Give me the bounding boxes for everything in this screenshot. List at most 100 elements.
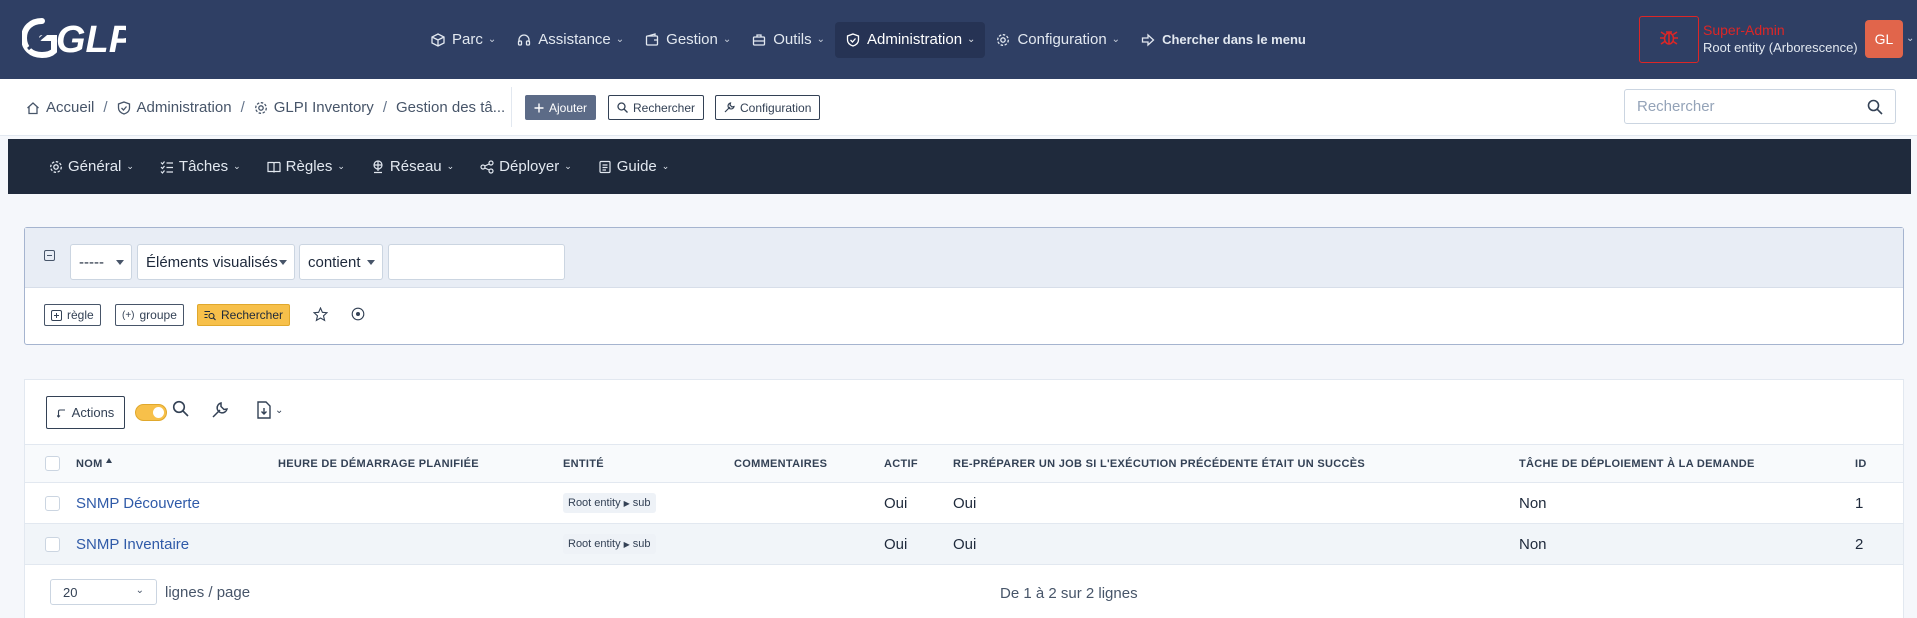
entity-sub: sub (632, 497, 651, 509)
bug-icon (1658, 26, 1680, 53)
subnav-regles[interactable]: Règles ⌄ (267, 158, 345, 175)
search-button[interactable]: Rechercher (608, 95, 705, 120)
breadcrumb-home-label: Accueil (46, 99, 95, 116)
chevron-down-icon: ⌄ (722, 34, 732, 45)
nav-gestion[interactable]: Gestion ⌄ (634, 22, 741, 58)
id-cell: 2 (1855, 523, 1903, 565)
entity-cell: Root entity ▶ sub (563, 482, 734, 524)
nav-gestion-label: Gestion (666, 31, 718, 48)
add-group-label: groupe (139, 308, 177, 322)
chevron-down-icon[interactable]: ⌄ (1906, 33, 1914, 44)
book-icon (267, 160, 281, 174)
toolbar-divider (511, 87, 512, 127)
chevron-down-icon: ⌄ (337, 161, 345, 171)
results-card: Actions ⌄ NOM HEURE DE DÉMARRAGE PLANIFI… (24, 379, 1904, 618)
start-cell (278, 523, 563, 565)
subnav-deployer[interactable]: Déployer ⌄ (480, 158, 572, 175)
nav-outils[interactable]: Outils ⌄ (741, 22, 835, 58)
subnav-regles-label: Règles (285, 158, 333, 175)
breadcrumb-current[interactable]: Gestion des tâ... (396, 99, 505, 116)
col-comments[interactable]: COMMENTAIRES (734, 444, 884, 483)
search-toggle-switch[interactable] (135, 404, 167, 421)
item-type-select[interactable]: Éléments visualisés (137, 244, 295, 280)
col-active[interactable]: ACTIF (884, 444, 953, 483)
nav-assistance[interactable]: Assistance ⌄ (506, 22, 634, 58)
nav-assistance-label: Assistance (538, 31, 611, 48)
col-on-demand[interactable]: TÂCHE DE DÉPLOIEMENT À LA DEMANDE (1519, 444, 1855, 483)
col-start-time[interactable]: HEURE DE DÉMARRAGE PLANIFIÉE (278, 444, 563, 483)
breadcrumb-administration[interactable]: Administration (117, 99, 232, 116)
subnav-general[interactable]: Général ⌄ (49, 158, 134, 175)
massive-actions-button[interactable]: Actions (46, 396, 125, 429)
comments-cell (734, 523, 884, 565)
start-cell (278, 482, 563, 524)
nav-parc[interactable]: Parc ⌄ (420, 22, 506, 58)
search-icon[interactable] (1867, 99, 1883, 120)
select-all-checkbox[interactable] (45, 456, 60, 471)
add-group-button[interactable]: (+) groupe (115, 304, 184, 326)
reprepare-cell: Oui (953, 482, 1519, 524)
global-search[interactable] (1624, 89, 1896, 124)
configuration-button[interactable]: Configuration (715, 95, 821, 120)
caret-down-icon (116, 260, 124, 265)
field-select[interactable]: ----- (70, 244, 132, 280)
table-row: SNMP Inventaire Root entity ▶ sub Oui Oui … (25, 523, 1903, 565)
export-icon[interactable]: ⌄ (256, 401, 283, 419)
star-icon[interactable] (313, 307, 328, 322)
row-checkbox[interactable] (45, 496, 60, 512)
subnav-guide-label: Guide (616, 158, 657, 175)
search-criteria-card: ----- Éléments visualisés contient règle… (24, 227, 1904, 345)
row-checkbox[interactable] (45, 537, 60, 553)
global-search-input[interactable] (1637, 98, 1857, 115)
nav-configuration[interactable]: Configuration ⌄ (985, 22, 1130, 58)
subnav-taches[interactable]: Tâches ⌄ (160, 158, 241, 175)
caret-down-icon (367, 260, 375, 265)
col-id[interactable]: ID (1855, 444, 1903, 483)
wallet-icon (644, 32, 660, 48)
task-name-link[interactable]: SNMP Inventaire (76, 536, 189, 553)
col-entity[interactable]: ENTITÉ (563, 444, 734, 483)
add-button[interactable]: Ajouter (525, 95, 597, 120)
col-name[interactable]: NOM (76, 444, 278, 483)
breadcrumb-home[interactable]: Accueil (26, 99, 94, 116)
wrench-icon[interactable] (211, 401, 229, 419)
user-info[interactable]: Super-Admin Root entity (Arborescence) (1703, 22, 1858, 55)
run-search-button[interactable]: Rechercher (197, 304, 291, 326)
results-count: De 1 à 2 sur 2 lignes (1000, 585, 1138, 602)
nav-outils-label: Outils (773, 31, 812, 48)
network-icon (371, 159, 385, 174)
operator-select[interactable]: contient (299, 244, 383, 280)
caret-down-icon (279, 260, 287, 265)
entity-root: Root entity (568, 538, 621, 550)
subnav-reseau[interactable]: Réseau ⌄ (371, 158, 454, 175)
task-name-link[interactable]: SNMP Découverte (76, 495, 200, 512)
debug-mode-button[interactable] (1639, 16, 1699, 63)
arrow-right-icon (1140, 32, 1156, 48)
avatar[interactable]: GL (1865, 20, 1903, 58)
collapse-criteria-icon[interactable] (44, 250, 55, 261)
active-cell: Oui (884, 482, 953, 524)
subnav-general-label: Général (68, 158, 122, 175)
breadcrumb-glpi-inventory-label: GLPI Inventory (273, 99, 374, 116)
subnav-reseau-label: Réseau (389, 158, 442, 175)
comments-cell (734, 482, 884, 524)
glpi-logo[interactable]: GLPI (22, 14, 126, 62)
entity-sub: sub (632, 538, 651, 550)
reset-search-icon[interactable] (351, 307, 365, 321)
list-check-icon (160, 160, 174, 174)
menu-search-button[interactable]: Chercher dans le menu (1130, 22, 1316, 58)
chevron-down-icon: ⌄ (275, 404, 284, 416)
nav-administration[interactable]: Administration ⌄ (835, 21, 986, 58)
criteria-value-input[interactable] (388, 244, 565, 280)
col-reprepare[interactable]: RE-PRÉPARER UN JOB SI L'EXÉCUTION PRÉCÉD… (953, 444, 1519, 483)
subnav-guide[interactable]: Guide ⌄ (598, 158, 669, 175)
page-size-select[interactable]: 20 ⌄ (50, 579, 157, 605)
add-rule-button[interactable]: règle (44, 304, 101, 326)
ondemand-cell: Non (1519, 482, 1855, 524)
configuration-button-label: Configuration (740, 100, 812, 115)
chevron-down-icon: ⌄ (1111, 34, 1121, 45)
cube-icon (430, 32, 446, 48)
add-button-label: Ajouter (549, 100, 588, 115)
breadcrumb-glpi-inventory[interactable]: GLPI Inventory (254, 99, 374, 116)
search-icon[interactable] (172, 400, 189, 417)
